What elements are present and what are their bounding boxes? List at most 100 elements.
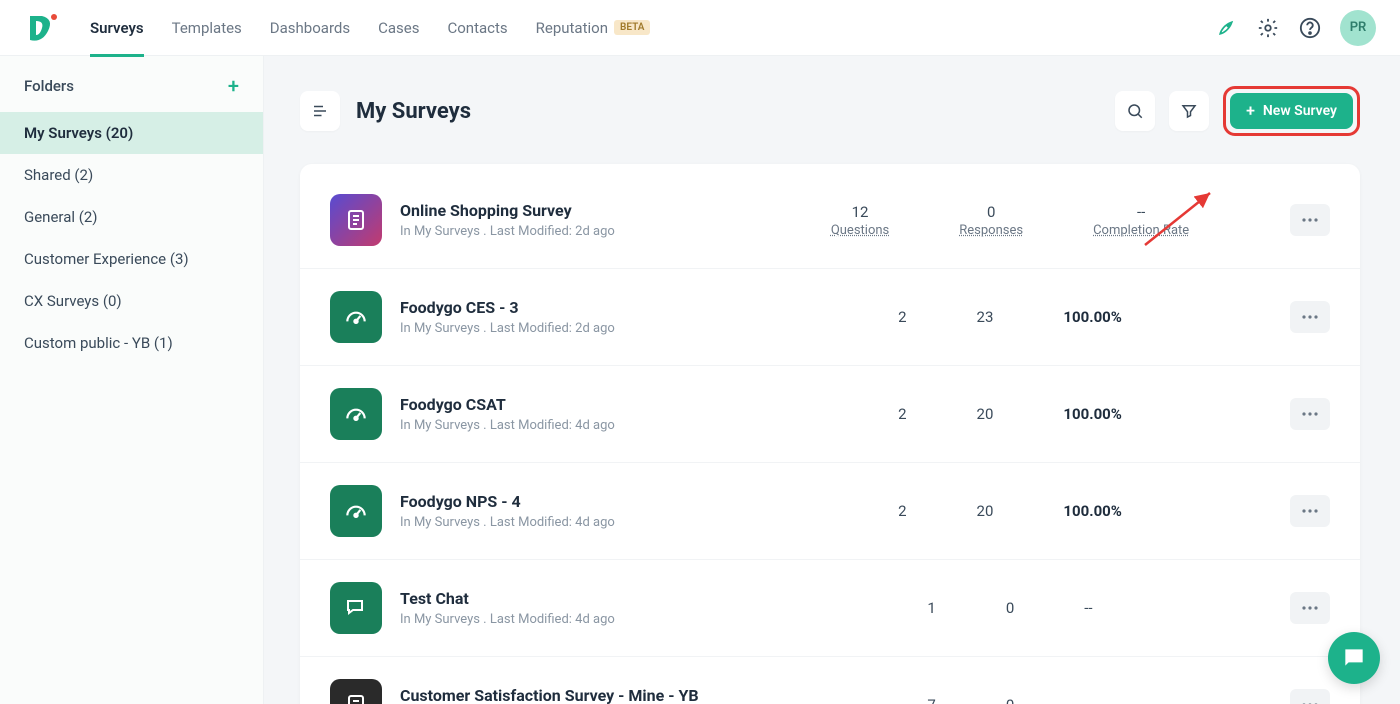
more-options-button[interactable] (1290, 301, 1330, 333)
stat-responses: 20 (977, 405, 994, 423)
more-options-button[interactable] (1290, 689, 1330, 704)
folder-cx-surveys[interactable]: CX Surveys (0) (0, 280, 263, 322)
survey-type-icon (330, 582, 382, 634)
folder-label: My Surveys (20) (24, 124, 133, 142)
survey-stats: 2 20 100.00% (730, 502, 1290, 520)
help-icon[interactable] (1298, 16, 1322, 40)
search-button[interactable] (1115, 91, 1155, 131)
survey-text: Test ChatIn My Surveys . Last Modified: … (400, 589, 730, 627)
survey-stats: 2 20 100.00% (730, 405, 1290, 423)
survey-title: Foodygo CES - 3 (400, 298, 730, 317)
chat-widget-button[interactable] (1328, 632, 1380, 684)
folder-label: Customer Experience (3) (24, 250, 189, 268)
main-header: My Surveys + New Survey (300, 86, 1360, 136)
more-options-button[interactable] (1290, 592, 1330, 624)
survey-row[interactable]: Foodygo NPS - 4 In My Surveys . Last Modi… (300, 463, 1360, 560)
survey-text: Online Shopping Survey In My Surveys . La… (400, 201, 730, 239)
folder-label: Shared (2) (24, 166, 93, 184)
folder-label: CX Surveys (0) (24, 292, 122, 310)
stat-responses: 0 (1006, 696, 1014, 704)
collapse-sidebar-button[interactable] (300, 91, 340, 131)
survey-text: Foodygo CES - 3 In My Surveys . Last Modi… (400, 298, 730, 336)
filter-button[interactable] (1169, 91, 1209, 131)
more-options-button[interactable] (1290, 398, 1330, 430)
survey-stats: 1 0 -- (730, 599, 1290, 617)
beta-badge: BETA (614, 20, 650, 35)
survey-subtitle: In My Surveys . Last Modified: 4d ago (400, 515, 730, 530)
survey-type-icon (330, 388, 382, 440)
stat-completion: 100.00% (1063, 405, 1121, 423)
folder-general[interactable]: General (2) (0, 196, 263, 238)
survey-title: Foodygo NPS - 4 (400, 492, 730, 511)
nav-label: Reputation (536, 19, 608, 37)
main: My Surveys + New Survey Onlin (264, 56, 1400, 704)
nav-templates[interactable]: Templates (172, 0, 242, 56)
stat-responses: 0Responses (959, 203, 1023, 238)
stat-questions: 12Questions (831, 203, 889, 238)
add-folder-icon[interactable]: + (228, 76, 239, 96)
nav-label: Dashboards (270, 19, 350, 37)
avatar[interactable]: PR (1340, 10, 1376, 46)
folder-label: General (2) (24, 208, 98, 226)
body: Folders + My Surveys (20) Shared (2) Gen… (0, 56, 1400, 704)
nav-label: Contacts (447, 19, 507, 37)
stat-questions: 7 (927, 696, 935, 704)
nav-label: Cases (378, 19, 419, 37)
folder-label: Custom public - YB (1) (24, 334, 173, 352)
topbar-right: PR (1214, 10, 1376, 46)
stat-responses: 0 (1006, 599, 1014, 617)
stat-completion: -- (1084, 696, 1092, 704)
nav-surveys[interactable]: Surveys (90, 0, 144, 56)
main-nav: Surveys Templates Dashboards Cases Conta… (90, 0, 650, 55)
stat-completion: 100.00% (1063, 502, 1121, 520)
sidebar: Folders + My Surveys (20) Shared (2) Gen… (0, 56, 264, 704)
stat-responses: 23 (977, 308, 994, 326)
stat-questions: 1 (927, 599, 935, 617)
folder-custom-public[interactable]: Custom public - YB (1) (0, 322, 263, 364)
folder-customer-experience[interactable]: Customer Experience (3) (0, 238, 263, 280)
stat-responses: 20 (977, 502, 994, 520)
stat-completion: 100.00% (1063, 308, 1121, 326)
survey-title: Foodygo CSAT (400, 395, 730, 414)
survey-type-icon (330, 291, 382, 343)
stat-completion: -- (1084, 599, 1092, 617)
survey-subtitle: In My Surveys . Last Modified: 2d ago (400, 224, 730, 239)
folder-my-surveys[interactable]: My Surveys (20) (0, 112, 263, 154)
header-actions: + New Survey (1115, 86, 1360, 136)
folder-shared[interactable]: Shared (2) (0, 154, 263, 196)
page-title: My Surveys (356, 99, 471, 124)
stat-questions: 2 (898, 405, 906, 423)
survey-row[interactable]: Foodygo CES - 3 In My Surveys . Last Modi… (300, 269, 1360, 366)
survey-title: Online Shopping Survey (400, 201, 730, 220)
survey-row[interactable]: Foodygo CSAT In My Surveys . Last Modifie… (300, 366, 1360, 463)
survey-text: Foodygo NPS - 4 In My Surveys . Last Modi… (400, 492, 730, 530)
nav-reputation[interactable]: Reputation BETA (536, 0, 651, 56)
annotation-arrow-icon (1140, 185, 1220, 255)
avatar-initials: PR (1350, 20, 1367, 35)
gear-icon[interactable] (1256, 16, 1280, 40)
survey-type-icon (330, 679, 382, 704)
survey-type-icon (330, 485, 382, 537)
logo[interactable] (24, 13, 60, 43)
more-options-button[interactable] (1290, 204, 1330, 236)
topbar: Surveys Templates Dashboards Cases Conta… (0, 0, 1400, 56)
survey-title: Customer Satisfaction Survey - Mine - YB (400, 686, 730, 704)
survey-subtitle: In My Surveys . Last Modified: 4d ago (400, 418, 730, 433)
nav-cases[interactable]: Cases (378, 0, 419, 56)
folders-title: Folders (24, 77, 74, 95)
stat-questions: 2 (898, 502, 906, 520)
annotation-highlight: + New Survey (1223, 86, 1360, 136)
plus-icon: + (1246, 103, 1255, 119)
nav-label: Templates (172, 19, 242, 37)
survey-row[interactable]: Customer Satisfaction Survey - Mine - YB… (300, 657, 1360, 704)
stat-questions: 2 (898, 308, 906, 326)
nav-dashboards[interactable]: Dashboards (270, 0, 350, 56)
survey-text: Customer Satisfaction Survey - Mine - YB… (400, 686, 730, 704)
new-survey-button[interactable]: + New Survey (1230, 93, 1353, 129)
survey-subtitle: In My Surveys . Last Modified: 4d ago (400, 612, 730, 627)
more-options-button[interactable] (1290, 495, 1330, 527)
nav-contacts[interactable]: Contacts (447, 0, 507, 56)
rocket-icon[interactable] (1214, 16, 1238, 40)
survey-subtitle: In My Surveys . Last Modified: 2d ago (400, 321, 730, 336)
survey-row[interactable]: Test ChatIn My Surveys . Last Modified: … (300, 560, 1360, 657)
